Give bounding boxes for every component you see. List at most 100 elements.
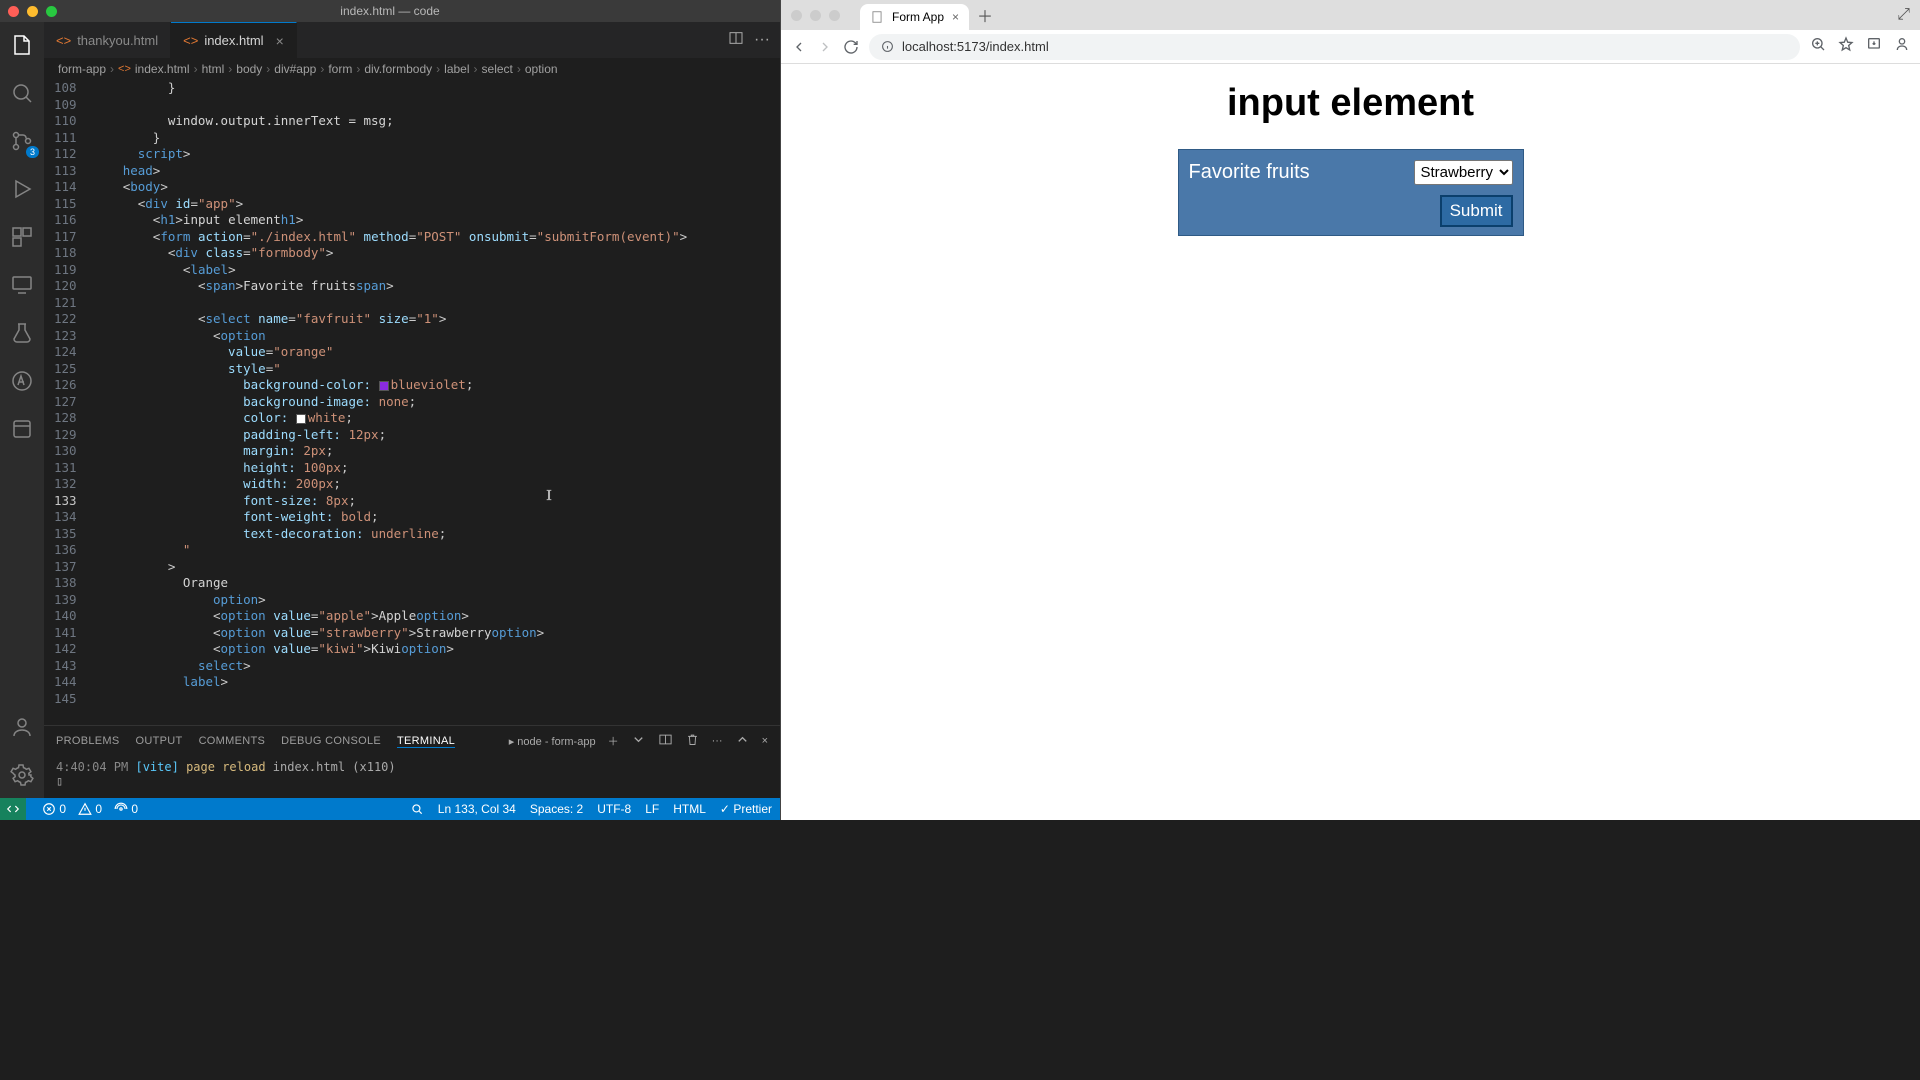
minimize-window-icon[interactable]	[27, 6, 38, 17]
more-actions-icon[interactable]: ···	[754, 31, 770, 49]
breadcrumb-item[interactable]: index.html	[135, 62, 190, 76]
reload-icon[interactable]	[843, 39, 859, 55]
terminal-text: page reload	[186, 760, 265, 774]
terminal-prompt: ▯	[56, 774, 768, 788]
text-cursor-icon	[542, 486, 556, 504]
testing-icon[interactable]	[9, 320, 35, 346]
status-eol[interactable]: LF	[645, 802, 659, 816]
breadcrumb-item[interactable]: option	[525, 62, 558, 76]
maximize-window-icon[interactable]	[829, 10, 840, 21]
close-tab-icon[interactable]: ×	[276, 33, 284, 49]
azure-icon[interactable]	[9, 368, 35, 394]
breadcrumb-item[interactable]: div.formbody	[364, 62, 432, 76]
settings-gear-icon[interactable]	[9, 762, 35, 788]
zoom-icon[interactable]	[1810, 36, 1826, 57]
search-icon[interactable]	[9, 80, 35, 106]
line-gutter: 1081091101111121131141151161171181191201…	[44, 80, 93, 725]
explorer-icon[interactable]	[9, 32, 35, 58]
address-bar[interactable]: localhost:5173/index.html	[869, 34, 1800, 60]
new-tab-icon[interactable]: ＋	[977, 3, 993, 27]
panel-tabs: PROBLEMS OUTPUT COMMENTS DEBUG CONSOLE T…	[44, 726, 780, 756]
maximize-window-icon[interactable]	[46, 6, 57, 17]
back-icon[interactable]	[791, 39, 807, 55]
status-prettier[interactable]: ✓ Prettier	[720, 802, 772, 816]
vscode-window: index.html — code 3 <>thankyou.html <>in…	[0, 0, 780, 820]
html-file-icon: <>	[183, 33, 198, 48]
terminal-count: (x110)	[352, 760, 395, 774]
terminal-output[interactable]: 4:40:04 PM [vite] page reload index.html…	[44, 756, 780, 798]
page-heading: input element	[1227, 82, 1474, 125]
panel-tab-terminal[interactable]: TERMINAL	[397, 735, 455, 748]
terminal-shell-label[interactable]: ▸ node - form-app	[509, 735, 596, 748]
tab-index[interactable]: <>index.html×	[171, 22, 297, 58]
forward-icon[interactable]	[817, 39, 833, 55]
status-ln-col[interactable]: Ln 133, Col 34	[438, 802, 516, 816]
tab-label: thankyou.html	[77, 33, 158, 48]
tab-thankyou[interactable]: <> thankyou.html	[44, 22, 171, 58]
kill-terminal-icon[interactable]	[685, 732, 700, 750]
bottom-panel: PROBLEMS OUTPUT COMMENTS DEBUG CONSOLE T…	[44, 725, 780, 798]
profile-icon[interactable]	[1894, 36, 1910, 57]
breadcrumb-item[interactable]: form-app	[58, 62, 106, 76]
more-terminal-icon[interactable]: ···	[712, 735, 723, 747]
rendered-page: input element Favorite fruits OrangeAppl…	[781, 64, 1920, 820]
page-icon	[870, 10, 884, 24]
terminal-file: index.html	[273, 760, 345, 774]
split-terminal-icon[interactable]	[658, 732, 673, 750]
bookmark-icon[interactable]	[1838, 36, 1854, 57]
browser-traffic-lights	[791, 10, 840, 21]
misc-panel-icon[interactable]	[9, 416, 35, 442]
browser-tab[interactable]: Form App ×	[860, 4, 969, 30]
favfruit-select[interactable]: OrangeAppleStrawberryKiwi	[1414, 160, 1513, 185]
minimize-window-icon[interactable]	[810, 10, 821, 21]
status-errors[interactable]: 0	[42, 802, 66, 817]
extensions-icon[interactable]	[9, 224, 35, 250]
maximize-panel-icon[interactable]	[735, 732, 750, 750]
accounts-icon[interactable]	[9, 714, 35, 740]
panel-tab-problems[interactable]: PROBLEMS	[56, 735, 120, 747]
window-expand-icon[interactable]: ⤢	[1897, 6, 1910, 24]
close-window-icon[interactable]	[8, 6, 19, 17]
terminal-dropdown-icon[interactable]	[631, 732, 646, 750]
remote-explorer-icon[interactable]	[9, 272, 35, 298]
split-editor-icon[interactable]	[728, 30, 744, 51]
status-find-icon[interactable]	[410, 802, 424, 817]
breadcrumb-item[interactable]: form	[328, 62, 352, 76]
terminal-tag: [vite]	[135, 760, 178, 774]
status-spaces[interactable]: Spaces: 2	[530, 802, 583, 816]
panel-tab-output[interactable]: OUTPUT	[136, 735, 183, 747]
new-terminal-icon[interactable]: ＋	[608, 733, 619, 749]
status-ports[interactable]: 0	[114, 802, 138, 817]
panel-tab-comments[interactable]: COMMENTS	[199, 735, 266, 747]
panel-tab-debug-console[interactable]: DEBUG CONSOLE	[281, 735, 381, 747]
url-text: localhost:5173/index.html	[902, 39, 1049, 54]
close-panel-icon[interactable]: ×	[762, 735, 768, 747]
status-language[interactable]: HTML	[673, 802, 706, 816]
close-tab-icon[interactable]: ×	[952, 10, 959, 24]
traffic-lights	[8, 6, 57, 17]
status-bar: 0 0 0 Ln 133, Col 34 Spaces: 2 UTF-8 LF …	[0, 798, 780, 820]
run-debug-icon[interactable]	[9, 176, 35, 202]
editor-area: <>thankyou.html <>index.html× ··· form-a…	[44, 22, 780, 798]
breadcrumb[interactable]: form-app› <>index.html› html› body› div#…	[44, 58, 780, 80]
tab-actions: ···	[728, 22, 780, 58]
editor-tabs: <> thankyou.html <>index.html× ···	[44, 22, 780, 58]
status-encoding[interactable]: UTF-8	[597, 802, 631, 816]
html-file-icon: <>	[56, 33, 71, 48]
code-body[interactable]: } window.output.innerText = msg; } scrip…	[93, 80, 780, 725]
install-app-icon[interactable]	[1866, 36, 1882, 57]
form-label: Favorite fruits	[1189, 161, 1310, 184]
breadcrumb-item[interactable]: html	[202, 62, 225, 76]
source-control-icon[interactable]: 3	[9, 128, 35, 154]
breadcrumb-item[interactable]: body	[236, 62, 262, 76]
breadcrumb-item[interactable]: div#app	[274, 62, 316, 76]
terminal-time: 4:40:04 PM	[56, 760, 128, 774]
submit-button[interactable]: Submit	[1440, 195, 1513, 227]
site-info-icon[interactable]	[881, 40, 894, 53]
breadcrumb-item[interactable]: select	[482, 62, 513, 76]
remote-indicator-icon[interactable]	[0, 798, 26, 820]
close-window-icon[interactable]	[791, 10, 802, 21]
breadcrumb-item[interactable]: label	[444, 62, 469, 76]
code-editor[interactable]: 1081091101111121131141151161171181191201…	[44, 80, 780, 725]
status-warnings[interactable]: 0	[78, 802, 102, 817]
